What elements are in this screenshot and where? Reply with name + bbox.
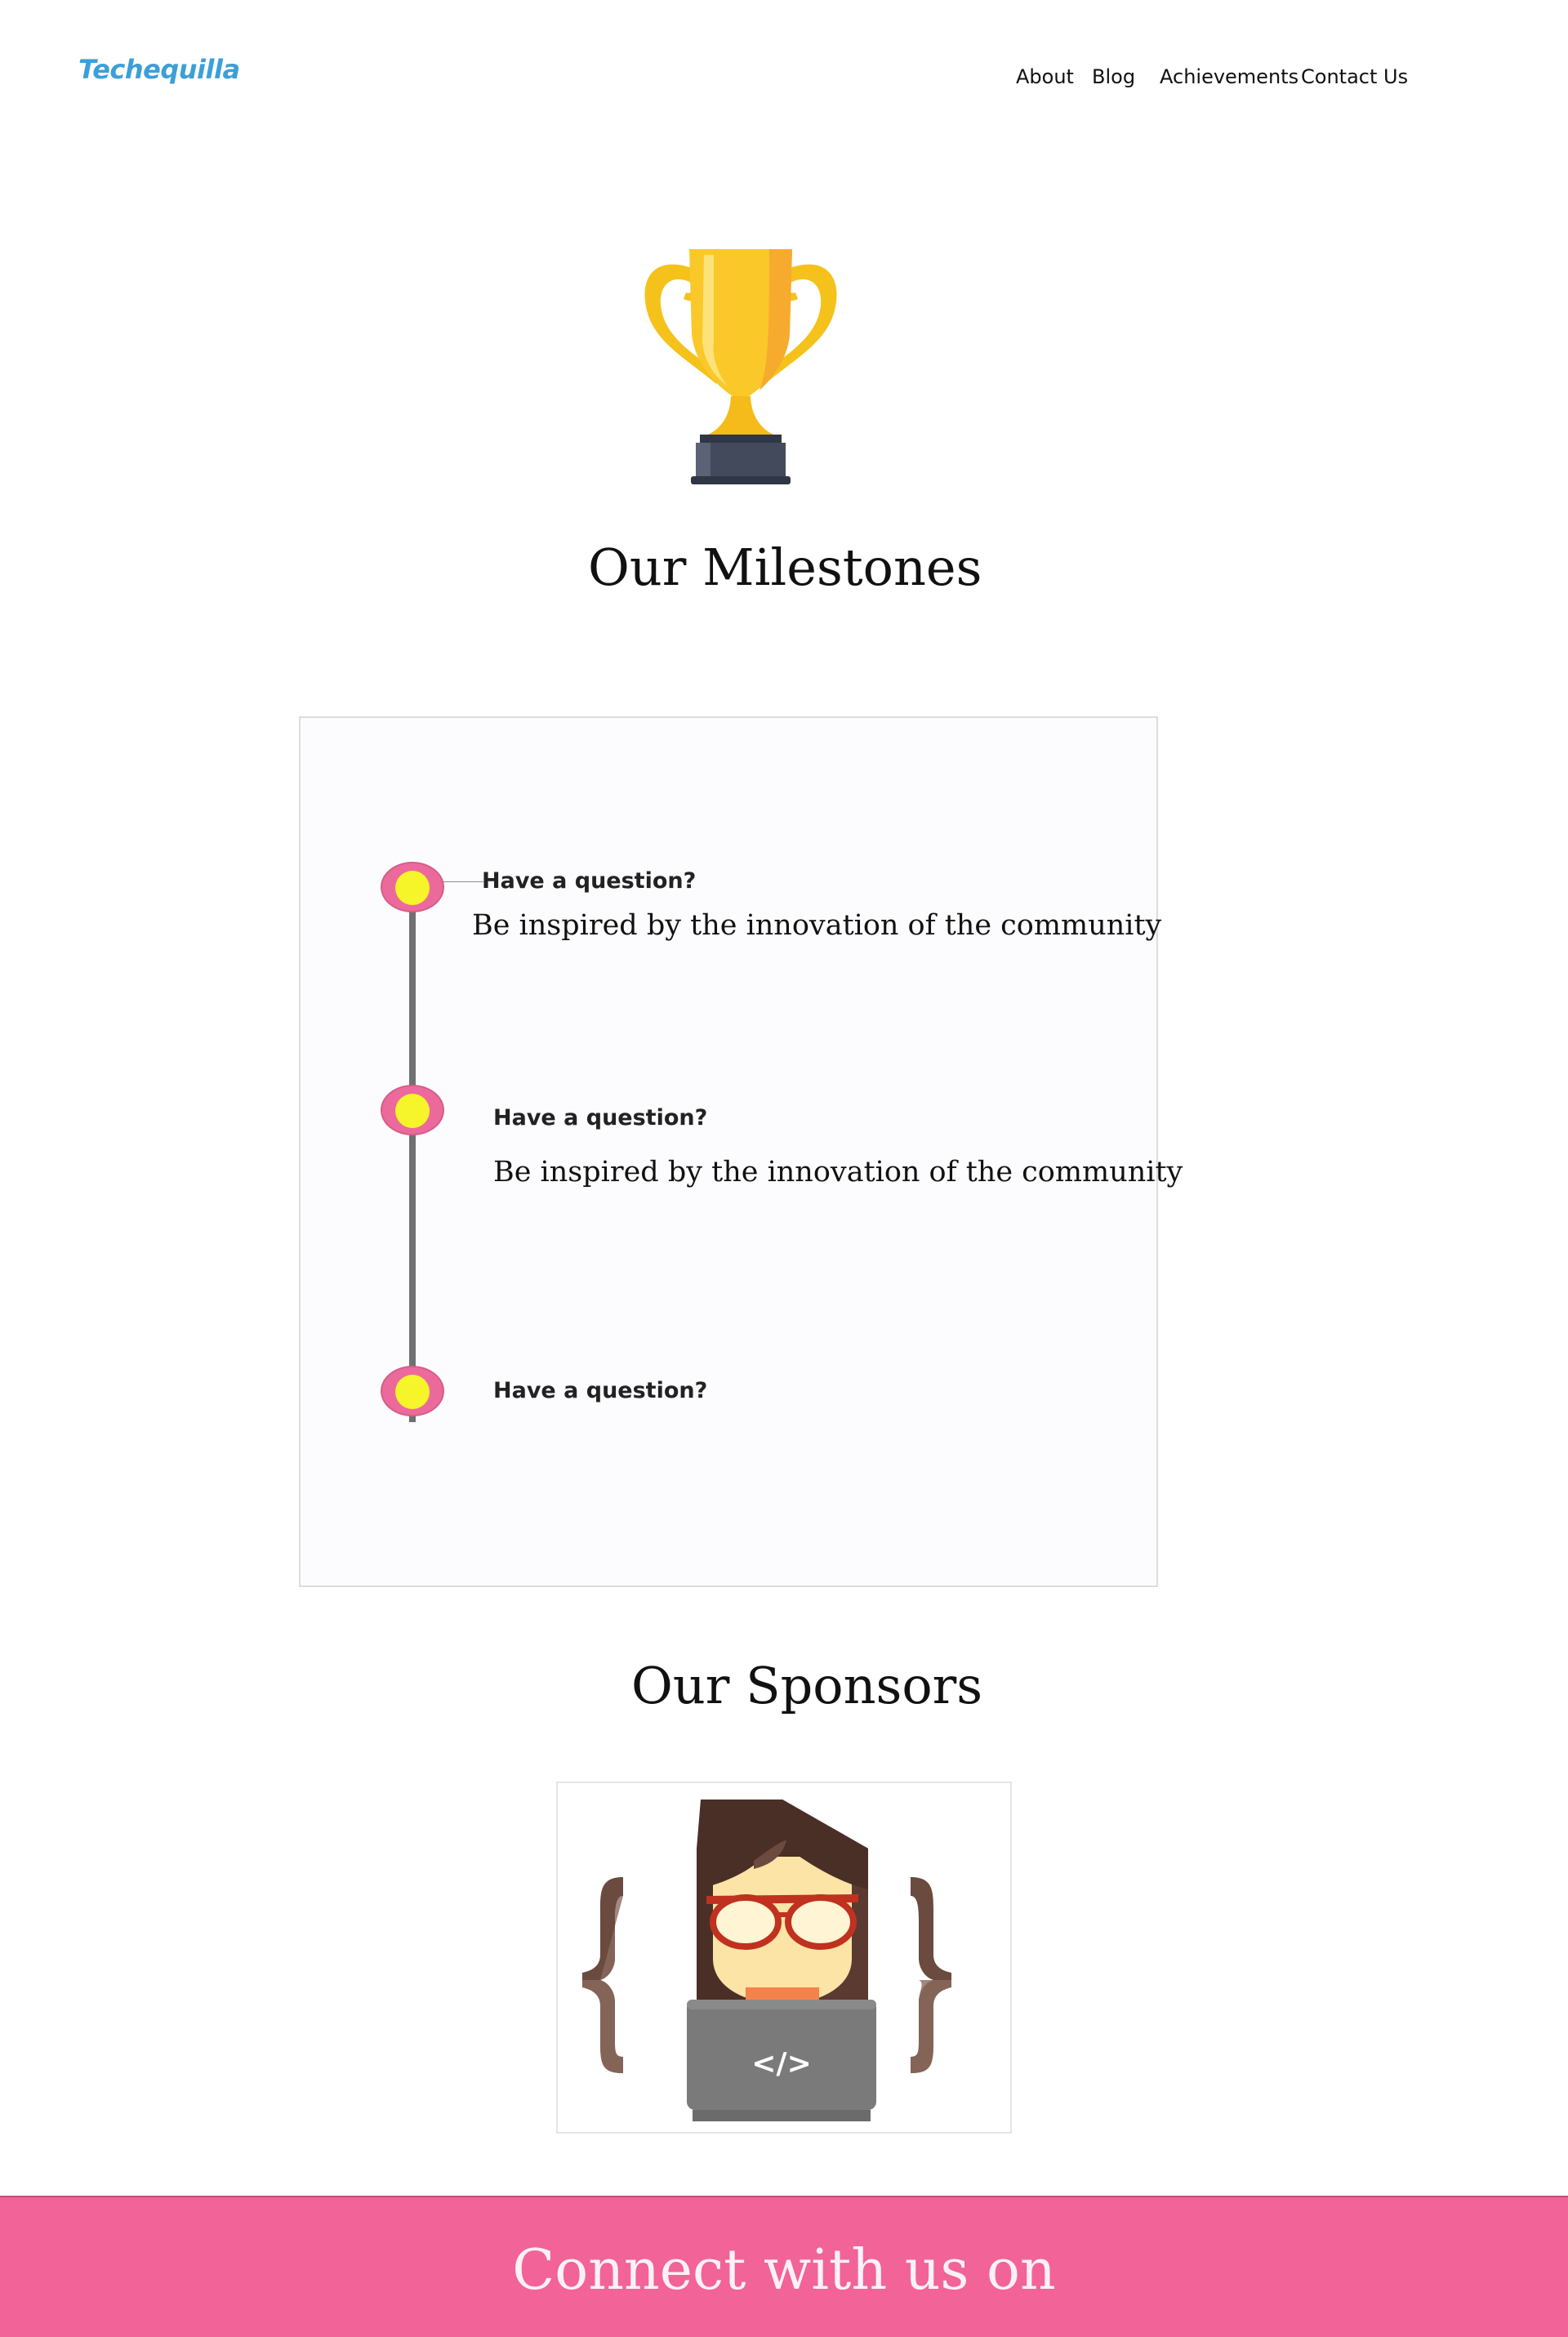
milestone-description: Be inspired by the innovation of the com…	[493, 1156, 1183, 1189]
milestone-description: Be inspired by the innovation of the com…	[472, 909, 1162, 942]
code-glyph: </>	[751, 2047, 811, 2081]
milestone-question: Have a question?	[493, 1105, 708, 1131]
timeline-node-icon	[381, 1366, 444, 1416]
brand-logo[interactable]: Techequilla	[78, 54, 240, 85]
footer: Connect with us on	[0, 2196, 1568, 2337]
milestones-title: Our Milestones	[588, 537, 982, 597]
nav-contact-us[interactable]: Contact Us	[1301, 65, 1408, 88]
trophy-icon	[644, 249, 837, 484]
nav-about[interactable]: About	[1016, 65, 1074, 88]
milestones-timeline: Have a question? Be inspired by the inno…	[299, 716, 1183, 1587]
timeline-connector	[443, 881, 483, 882]
timeline-node-icon	[381, 1085, 444, 1135]
nav-achievements[interactable]: Achievements	[1160, 65, 1298, 88]
milestone-question: Have a question?	[482, 868, 697, 894]
timeline-line	[409, 883, 416, 1422]
sponsors-title: Our Sponsors	[631, 1656, 983, 1715]
developer-girl-logo: </>	[582, 1800, 951, 2121]
nav-blog[interactable]: Blog	[1092, 65, 1135, 88]
footer-title: Connect with us on	[512, 2238, 1056, 2303]
milestone-question: Have a question?	[493, 1378, 708, 1403]
sponsor-card[interactable]: </>	[556, 1782, 1012, 2134]
timeline-node-icon	[381, 862, 444, 912]
